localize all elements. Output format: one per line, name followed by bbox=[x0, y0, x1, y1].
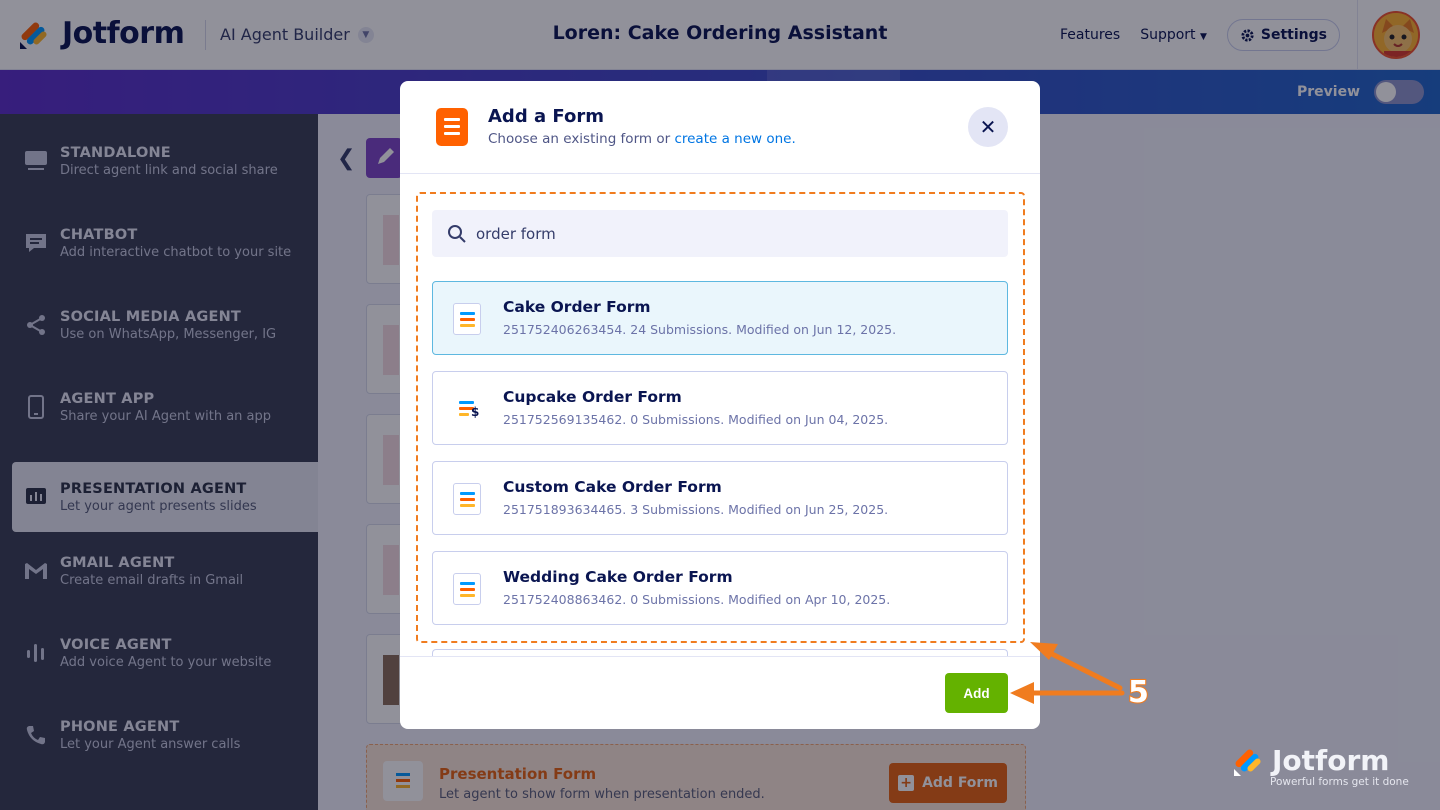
form-list-item[interactable]: Wedding Cake Order Form 251752408863462.… bbox=[432, 551, 1008, 625]
form-icon bbox=[453, 303, 481, 335]
form-meta: 251752408863462. 0 Submissions. Modified… bbox=[503, 592, 891, 607]
modal-header: Add a Form Choose an existing form or cr… bbox=[400, 81, 1040, 174]
form-icon bbox=[436, 108, 468, 146]
form-meta: 251752569135462. 0 Submissions. Modified… bbox=[503, 412, 889, 427]
dollar-icon: $ bbox=[471, 405, 480, 419]
close-icon: ✕ bbox=[979, 115, 997, 139]
form-meta: 251752406263454. 24 Submissions. Modifie… bbox=[503, 322, 897, 337]
form-meta: 251751893634465. 3 Submissions. Modified… bbox=[503, 502, 889, 517]
watermark-text: Jotform bbox=[1272, 744, 1390, 777]
form-list-item[interactable]: Cake Order Form 251752406263454. 24 Subm… bbox=[432, 281, 1008, 355]
close-button[interactable]: ✕ bbox=[968, 107, 1008, 147]
form-title: Wedding Cake Order Form bbox=[503, 568, 733, 586]
form-title: Cupcake Order Form bbox=[503, 388, 682, 406]
modal-subtitle: Choose an existing form or create a new … bbox=[488, 131, 796, 147]
jotform-watermark: Jotform bbox=[1232, 744, 1389, 777]
form-list-item[interactable]: Custom Cake Order Form 251751893634465. … bbox=[432, 461, 1008, 535]
modal-footer-divider bbox=[400, 656, 1040, 657]
form-title: Custom Cake Order Form bbox=[503, 478, 722, 496]
add-button[interactable]: Add bbox=[945, 673, 1008, 713]
create-new-form-link[interactable]: create a new one. bbox=[674, 131, 795, 147]
form-icon bbox=[453, 483, 481, 515]
form-icon bbox=[453, 573, 481, 605]
payment-form-icon: $ bbox=[453, 393, 481, 425]
search-bar bbox=[432, 210, 1008, 257]
search-icon bbox=[448, 225, 466, 243]
jotform-logo-icon bbox=[1234, 749, 1261, 776]
modal-title: Add a Form bbox=[488, 106, 604, 127]
step-number-label: 5 bbox=[1127, 674, 1150, 711]
search-input[interactable] bbox=[476, 210, 996, 257]
form-title: Cake Order Form bbox=[503, 298, 651, 316]
watermark-tagline: Powerful forms get it done bbox=[1270, 776, 1409, 788]
form-list-item[interactable]: $ Cupcake Order Form 251752569135462. 0 … bbox=[432, 371, 1008, 445]
modal-subtitle-text: Choose an existing form or bbox=[488, 131, 675, 147]
add-form-modal: Add a Form Choose an existing form or cr… bbox=[400, 81, 1040, 729]
